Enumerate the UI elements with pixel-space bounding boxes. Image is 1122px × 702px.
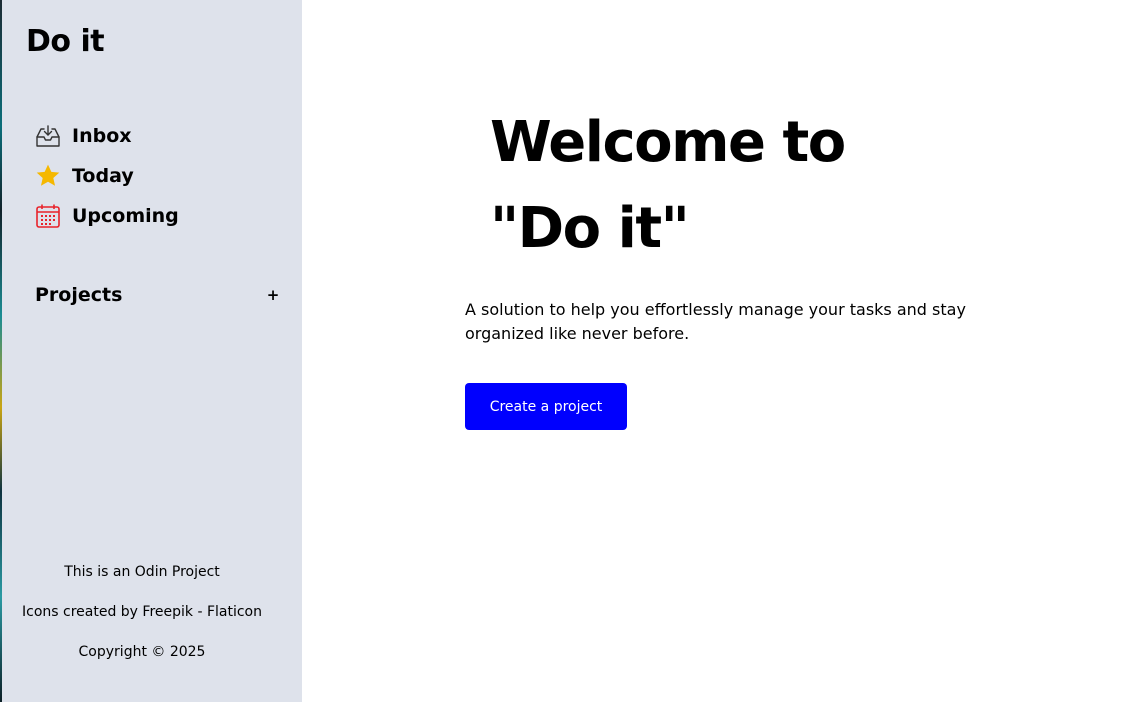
sidebar-footer: This is an Odin Project Icons created by… <box>2 562 282 662</box>
copyright: Copyright © 2025 <box>78 644 206 660</box>
star-icon <box>34 162 62 190</box>
projects-title: Projects <box>35 284 123 306</box>
title-line-1: Welcome to <box>490 110 846 175</box>
odin-project-credit: This is an Odin Project <box>64 564 220 580</box>
page-title: Welcome to "Do it" <box>490 100 1010 272</box>
hero-description: A solution to help you effortlessly mana… <box>465 300 966 343</box>
create-project-button[interactable]: Create a project <box>465 383 627 430</box>
sidebar-item-label: Inbox <box>72 125 132 147</box>
calendar-icon <box>34 202 62 230</box>
main-content: Welcome to "Do it" A solution to help yo… <box>302 0 1122 702</box>
inbox-icon <box>34 122 62 150</box>
sidebar: Do it Inbox Today Upcoming Projects + Th… <box>2 0 302 702</box>
sidebar-item-inbox[interactable]: Inbox <box>34 116 179 156</box>
sidebar-item-label: Upcoming <box>72 205 179 227</box>
sidebar-nav: Inbox Today Upcoming <box>34 116 179 236</box>
projects-header: Projects + <box>35 284 281 306</box>
app-brand: Do it <box>26 24 105 59</box>
sidebar-item-upcoming[interactable]: Upcoming <box>34 196 179 236</box>
icon-attribution: Icons created by Freepik - Flaticon <box>22 604 262 620</box>
sidebar-item-today[interactable]: Today <box>34 156 179 196</box>
sidebar-item-label: Today <box>72 165 134 187</box>
add-project-button[interactable]: + <box>265 286 281 304</box>
title-line-2: "Do it" <box>490 196 690 261</box>
